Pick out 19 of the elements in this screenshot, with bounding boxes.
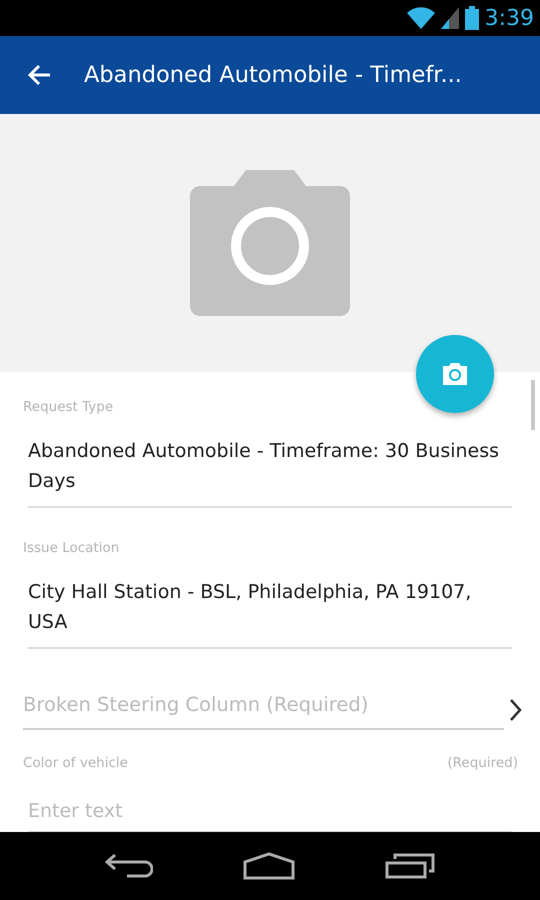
field-value: Abandoned Automobile - Timeframe: 30 Business Days xyxy=(28,436,512,508)
wifi-icon xyxy=(406,7,435,29)
home-button[interactable] xyxy=(243,852,295,880)
field-value: City Hall Station - BSL, Philadelphia, PA 19107, USA xyxy=(28,577,512,649)
field-label: Color of vehicle xyxy=(23,754,128,772)
field-label: Issue Location xyxy=(23,539,120,557)
signal-icon xyxy=(440,7,459,29)
camera-icon xyxy=(442,363,468,385)
field-label: Request Type xyxy=(23,398,114,416)
scrollbar xyxy=(531,380,535,430)
chevron-right-icon[interactable] xyxy=(510,699,522,721)
screen-title: Abandoned Automobile - Timefr... xyxy=(84,62,462,88)
back-nav-button[interactable] xyxy=(105,853,153,879)
recent-apps-button[interactable] xyxy=(385,853,435,879)
required-note: (Required) xyxy=(447,754,518,772)
battery-icon xyxy=(464,6,479,30)
camera-icon xyxy=(190,170,350,316)
clock-time: 3:39 xyxy=(484,6,534,30)
dropdown-field[interactable]: Broken Steering Column (Required) xyxy=(23,690,504,730)
